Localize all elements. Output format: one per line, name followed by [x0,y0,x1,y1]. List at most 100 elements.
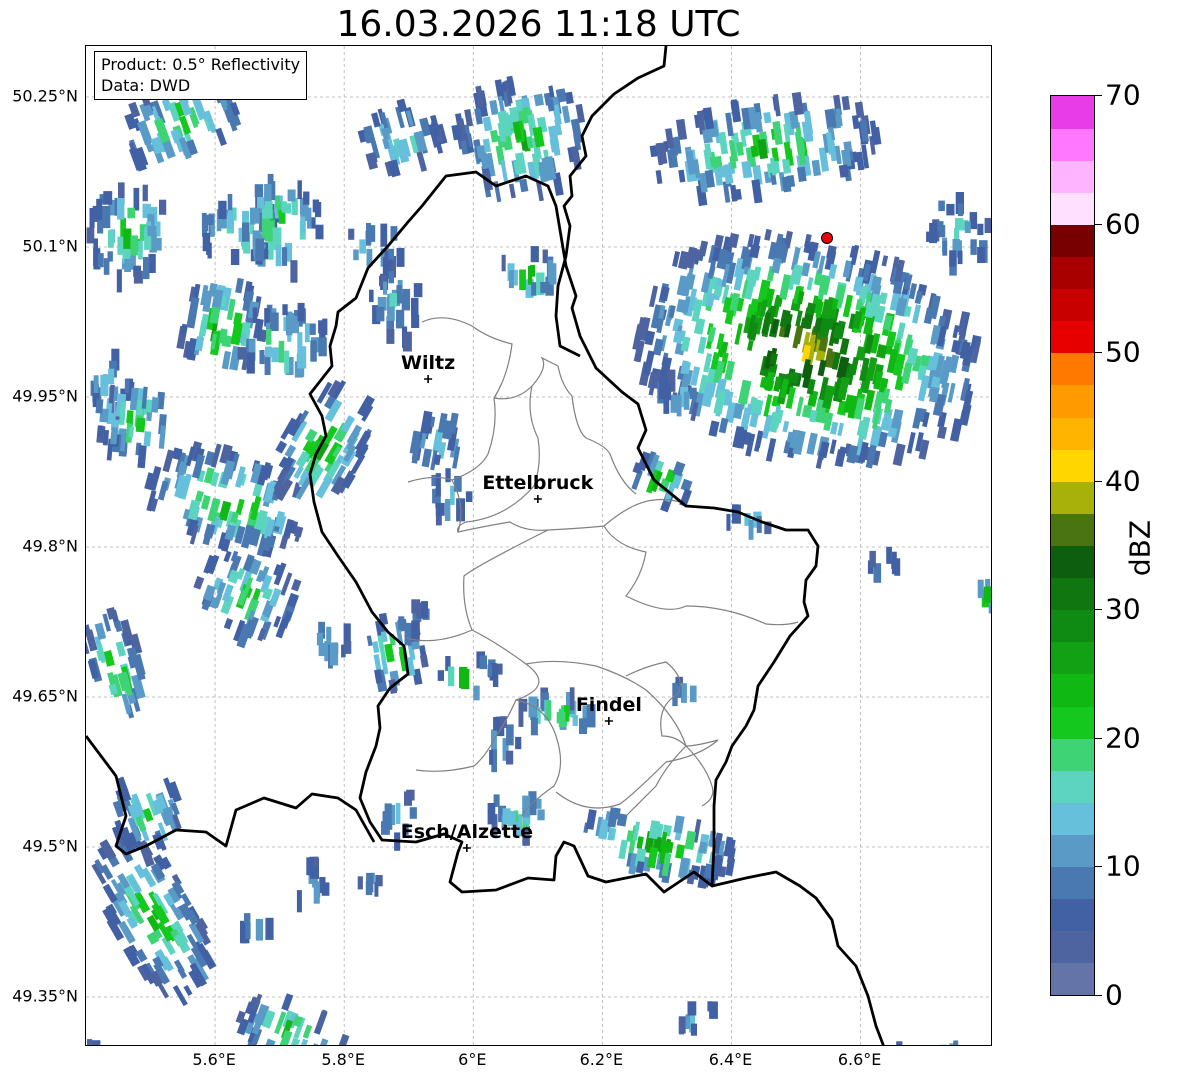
longitude-tick-label: 6.6°E [837,1050,882,1069]
colorbar-segment [1051,320,1094,354]
city-marker: Ettelbruck [482,472,594,503]
colorbar-tick [1095,95,1102,96]
radar-location-icon [821,232,834,244]
colorbar-segment [1051,770,1094,803]
city-label: Wiltz [401,352,455,374]
city-crosshair-icon [604,717,613,725]
city-crosshair-icon [424,375,433,383]
latitude-tick-label: 49.95°N [12,386,78,406]
canton-boundary [405,529,549,642]
longitude-tick-label: 5.8°E [321,1050,365,1069]
colorbar-segment [1051,866,1094,900]
product-info-box: Product: 0.5° Reflectivity Data: DWD [94,51,308,100]
colorbar-tick-label: 40 [1105,464,1141,498]
colorbar-segment [1051,288,1094,322]
longitude-tick-label: 6°E [458,1050,487,1069]
echo-cell [369,271,423,352]
colorbar-tick-label: 70 [1105,78,1141,112]
echo-cell [501,246,557,298]
echo-cell [649,91,882,207]
colorbar-segment [1051,481,1094,514]
echo-cell [431,468,473,526]
echo-cell [489,716,522,773]
colorbar-segment [1051,192,1094,225]
colorbar-tick [1095,737,1102,739]
echo-cell [632,228,982,469]
colorbar-segment [1051,738,1094,771]
canton-boundary [685,745,714,807]
echo-cell [409,410,461,471]
city-label: Ettelbruck [482,472,593,494]
radar-site [821,232,834,244]
latitude-tick-label: 49.35°N [12,986,78,1006]
colorbar-tick [1095,223,1102,225]
echo-cell [193,550,302,649]
latitude-tick-label: 49.5°N [22,836,78,856]
radar-map[interactable]: Wiltz Ettelbruck Findel Esch/Alzette [85,45,992,1046]
longitude-tick-label: 5.6°E [192,1050,236,1069]
country-borders [86,46,885,1045]
colorbar-tick [1095,995,1102,996]
echo-cell [398,599,430,646]
echo-cell [357,872,383,897]
latitude-tick-label: 49.8°N [22,536,78,556]
map-title: 16.03.2026 11:18 UTC [336,4,741,45]
echo-cell [296,856,330,913]
echo-cell [672,676,697,707]
colorbar-segment [1051,128,1094,161]
echo-cell [86,182,167,293]
echo-cell [242,173,324,283]
colorbar-tick-label: 60 [1105,207,1141,241]
colorbar-tick-label: 0 [1105,978,1123,1012]
colorbar-segment [1051,834,1094,868]
colorbar-segment [1051,930,1094,964]
colorbar-segment [1051,384,1094,418]
colorbar-title: dBZ [1123,519,1157,577]
echo-cell [272,379,375,502]
longitude-tick-label: 6.4°E [708,1050,753,1069]
latitude-tick-label: 50.25°N [12,86,78,106]
city-marker: Wiltz [401,352,455,383]
echo-cell [348,223,405,279]
echo-cell [235,993,350,1045]
canton-boundary [457,385,540,533]
colorbar-tick-label: 50 [1105,335,1141,369]
colorbar-segment [1051,641,1094,675]
colorbar-tick-label: 20 [1105,721,1141,755]
echo-cell [86,607,146,719]
colorbar-segment [1051,449,1094,482]
radar-map-svg: Wiltz Ettelbruck Findel Esch/Alzette [86,46,991,1045]
echo-cell [357,98,448,178]
echo-cell [867,546,901,583]
echo-cell [977,579,991,614]
reflectivity-echoes [86,74,991,1045]
product-label: Product: 0.5° Reflectivity [101,55,301,74]
germany-france-border [711,870,885,1045]
colorbar-segment [1051,256,1094,290]
echo-cell [87,1039,101,1045]
echo-cell [437,651,503,701]
colorbar-tick [1095,609,1102,611]
city-crosshair-icon [533,495,542,503]
colorbar-segment [1051,513,1094,546]
colorbar-tick [1095,480,1102,482]
city-markers: Wiltz Ettelbruck Findel Esch/Alzette [401,352,642,852]
echo-cell [451,75,586,203]
colorbar-segment [1051,545,1094,579]
longitude-tick-label: 6.2°E [579,1050,624,1069]
city-label: Esch/Alzette [401,821,533,843]
colorbar-segment [1051,352,1094,386]
city-label: Findel [576,694,642,716]
colorbar-segment [1051,673,1094,707]
canton-boundary [603,525,799,626]
echo-cell [926,192,991,276]
colorbar-segment [1051,417,1094,450]
colorbar-segment [1051,224,1094,258]
colorbar-tick [1095,352,1102,354]
colorbar-segment [1051,609,1094,643]
colorbar-segment [1051,160,1094,193]
colorbar-segment [1051,706,1094,739]
echo-cell [240,913,274,944]
data-source-label: Data: DWD [101,76,191,95]
colorbar-segment [1051,577,1094,611]
